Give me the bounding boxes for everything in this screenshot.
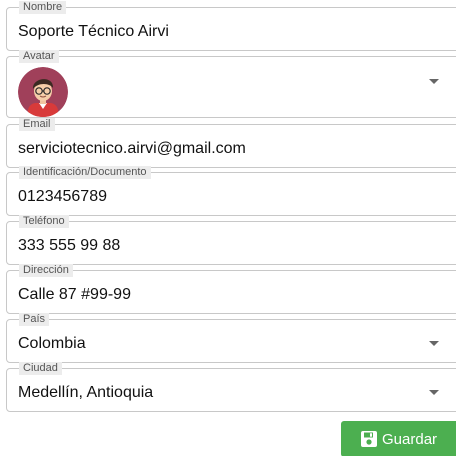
save-button-label: Guardar [382, 430, 438, 448]
ciudad-value: Medellín, Antioquia [18, 384, 154, 401]
floppy-disk-icon [361, 431, 377, 447]
pais-label: País [19, 313, 50, 326]
chevron-down-icon[interactable] [429, 79, 439, 84]
email-field[interactable]: Email serviciotecnico.airvi@gmail.com [6, 118, 456, 168]
pais-value: Colombia [18, 335, 86, 352]
profile-form: Nombre Soporte Técnico Airvi Avatar Emai… [0, 0, 456, 456]
direccion-label: Dirección [19, 264, 73, 277]
nombre-value: Soporte Técnico Airvi [18, 23, 169, 40]
ciudad-select[interactable]: Ciudad Medellín, Antioquia [6, 362, 456, 412]
identificacion-field[interactable]: Identificación/Documento 0123456789 [6, 166, 456, 216]
save-button[interactable]: Guardar [341, 421, 456, 456]
avatar-select[interactable]: Avatar [6, 50, 456, 118]
email-label: Email [19, 118, 55, 131]
identificacion-value: 0123456789 [18, 188, 107, 205]
identificacion-label: Identificación/Documento [19, 166, 151, 179]
direccion-value: Calle 87 #99-99 [18, 286, 131, 303]
email-value: serviciotecnico.airvi@gmail.com [18, 140, 246, 157]
telefono-value: 333 555 99 88 [18, 237, 121, 254]
telefono-field[interactable]: Teléfono 333 555 99 88 [6, 215, 456, 265]
avatar [18, 67, 68, 117]
ciudad-label: Ciudad [19, 362, 62, 375]
pais-select[interactable]: País Colombia [6, 313, 456, 363]
telefono-label: Teléfono [19, 215, 69, 228]
direccion-field[interactable]: Dirección Calle 87 #99-99 [6, 264, 456, 314]
avatar-label: Avatar [19, 50, 59, 63]
chevron-down-icon[interactable] [429, 390, 439, 395]
nombre-field[interactable]: Nombre Soporte Técnico Airvi [6, 1, 456, 51]
nombre-label: Nombre [19, 1, 67, 14]
chevron-down-icon[interactable] [429, 341, 439, 346]
